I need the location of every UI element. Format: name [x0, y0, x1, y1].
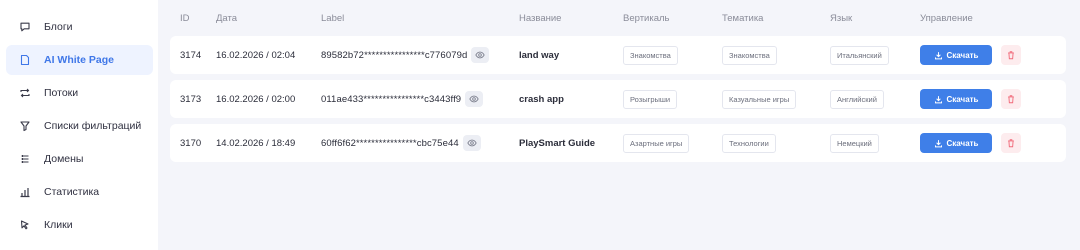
language-tag: Итальянский — [830, 45, 889, 65]
download-button[interactable]: Скачать — [920, 89, 992, 109]
sidebar-item-statistics[interactable]: Статистика — [6, 177, 153, 207]
vertical-tag: Знакомства — [623, 45, 678, 65]
sidebar-item-label: Статистика — [44, 186, 100, 198]
theme-tag: Знакомства — [722, 45, 777, 65]
repeat-icon — [18, 86, 32, 100]
table-row: 3170 14.02.2026 / 18:49 60ff6f62********… — [170, 124, 1066, 162]
table-header: ID Дата Label Название Вертикаль Тематик… — [170, 0, 1066, 36]
column-header-theme: Тематика — [722, 12, 764, 24]
row-date: 16.02.2026 / 02:00 — [216, 93, 296, 105]
language-tag: Английский — [830, 89, 884, 109]
vertical-tag: Азартные игры — [623, 133, 690, 153]
theme-tag: Казуальные игры — [722, 89, 797, 109]
eye-icon[interactable] — [471, 47, 490, 63]
bar-chart-icon — [18, 185, 32, 199]
row-actions: Скачать — [920, 133, 1021, 153]
sidebar-item-label: AI White Page — [44, 54, 115, 66]
row-label: 89582b72****************c776079d — [321, 47, 519, 63]
sidebar-item-domains[interactable]: Домены — [6, 144, 153, 174]
download-icon — [934, 95, 942, 103]
sidebar-item-label: Домены — [44, 153, 84, 165]
cursor-icon — [18, 218, 32, 232]
download-label: Скачать — [946, 138, 979, 148]
label-text: 60ff6f62****************cbc75e44 — [321, 137, 459, 149]
language-tag: Немецкий — [830, 133, 879, 153]
main-content: ID Дата Label Название Вертикаль Тематик… — [158, 0, 1080, 250]
row-date: 16.02.2026 / 02:04 — [216, 49, 296, 61]
row-label: 60ff6f62****************cbc75e44 — [321, 135, 519, 151]
row-id: 3174 — [180, 49, 202, 61]
document-icon — [18, 53, 32, 67]
sidebar-item-label: Блоги — [44, 21, 73, 33]
download-label: Скачать — [946, 50, 979, 60]
label-text: 011ae433****************c3443ff9 — [321, 93, 462, 105]
column-header-label: Label — [321, 12, 345, 24]
download-label: Скачать — [946, 94, 979, 104]
row-name: crash app — [519, 93, 564, 105]
sidebar-item-label: Списки фильтраций — [44, 120, 142, 132]
column-header-id: ID — [180, 12, 190, 24]
column-header-date: Дата — [216, 12, 238, 24]
row-actions: Скачать — [920, 89, 1021, 109]
row-label: 011ae433****************c3443ff9 — [321, 91, 519, 107]
label-text: 89582b72****************c776079d — [321, 49, 468, 61]
trash-icon — [1008, 139, 1014, 148]
column-header-name: Название — [519, 12, 562, 24]
eye-icon[interactable] — [465, 91, 484, 107]
sidebar: Блоги AI White Page Потоки Списки фильтр… — [0, 0, 158, 250]
row-name: land way — [519, 49, 560, 61]
chat-bubble-icon — [18, 20, 32, 34]
sidebar-item-label: Клики — [44, 219, 73, 231]
sidebar-item-blogs[interactable]: Блоги — [6, 12, 153, 42]
row-id: 3173 — [180, 93, 202, 105]
server-icon — [18, 152, 32, 166]
delete-button[interactable] — [1001, 133, 1021, 153]
trash-icon — [1008, 95, 1014, 104]
column-header-language: Язык — [830, 12, 853, 24]
sidebar-item-ai-white-page[interactable]: AI White Page — [6, 45, 153, 75]
download-icon — [934, 139, 942, 147]
sidebar-item-clicks[interactable]: Клики — [6, 210, 153, 240]
sidebar-item-filter-lists[interactable]: Списки фильтраций — [6, 111, 153, 141]
table-row: 3173 16.02.2026 / 02:00 011ae433********… — [170, 80, 1066, 118]
column-header-actions: Управление — [920, 12, 973, 24]
filter-icon — [18, 119, 32, 133]
row-date: 14.02.2026 / 18:49 — [216, 137, 296, 149]
row-actions: Скачать — [920, 45, 1021, 65]
delete-button[interactable] — [1001, 89, 1021, 109]
download-button[interactable]: Скачать — [920, 133, 992, 153]
download-icon — [934, 51, 942, 59]
delete-button[interactable] — [1001, 45, 1021, 65]
column-header-vertical: Вертикаль — [623, 12, 670, 24]
sidebar-item-label: Потоки — [44, 87, 79, 99]
row-name: PlaySmart Guide — [519, 137, 596, 149]
table-row: 3174 16.02.2026 / 02:04 89582b72********… — [170, 36, 1066, 74]
row-id: 3170 — [180, 137, 202, 149]
eye-icon[interactable] — [462, 135, 481, 151]
trash-icon — [1008, 51, 1014, 60]
download-button[interactable]: Скачать — [920, 45, 992, 65]
vertical-tag: Розыгрыши — [623, 89, 678, 109]
theme-tag: Технологии — [722, 133, 776, 153]
sidebar-item-streams[interactable]: Потоки — [6, 78, 153, 108]
